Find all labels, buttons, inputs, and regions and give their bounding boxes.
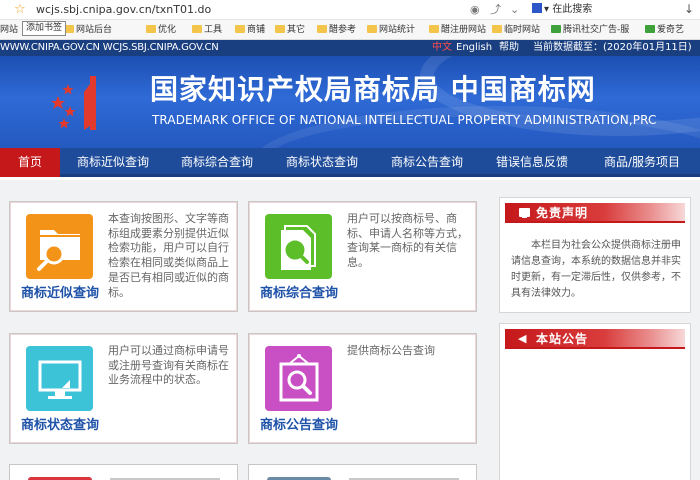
browser-search-box[interactable]: ▾ 在此搜索 xyxy=(530,2,678,17)
card-next-right[interactable] xyxy=(248,464,477,480)
card-next-left[interactable] xyxy=(9,464,238,480)
bookmark-item[interactable]: 网站统计 xyxy=(367,23,415,37)
site-top-strip: WWW.CNIPA.GOV.CN WCJS.SBJ.CNIPA.GOV.CN 中… xyxy=(0,40,700,56)
dropdown-chevron-icon[interactable]: ⌄ xyxy=(510,3,519,17)
site-title-english: TRADEMARK OFFICE OF NATIONAL INTELLECTUA… xyxy=(152,113,657,127)
card-description: 用户可以通过商标申请号或注册号查询有关商标在业务流程中的状态。 xyxy=(108,344,229,387)
disclaimer-text: 本栏目为社会公众提供商标注册申请信息查询，本系统的数据信息并非实时更新，有一定滞… xyxy=(511,240,681,299)
document-search-icon[interactable] xyxy=(265,214,332,279)
tencent-icon xyxy=(551,25,561,33)
bookmark-item[interactable]: 商铺 xyxy=(235,23,265,37)
bookmark-tooltip: 添加书签 xyxy=(22,21,67,36)
search-chevron-icon: ▾ xyxy=(544,4,550,15)
nav-similar-search[interactable]: 商标近似查询 xyxy=(68,148,158,177)
folder-search-icon[interactable] xyxy=(26,214,93,279)
folder-icon xyxy=(429,25,439,33)
card-title[interactable]: 商标综合查询 xyxy=(260,286,338,302)
folder-icon xyxy=(146,25,156,33)
disclaimer-title: 免责声明 xyxy=(536,206,589,220)
lang-english-link[interactable]: English xyxy=(456,40,492,56)
share-icon[interactable]: ⤴ xyxy=(490,3,501,17)
search-input[interactable]: 在此搜索 xyxy=(552,4,592,15)
card-description: 用户可以按商标号、商标、申请人名称等方式，查询某一商标的有关信息。 xyxy=(347,212,468,270)
lang-chinese-link[interactable]: 中文 xyxy=(432,40,452,56)
bookmark-item[interactable]: 醋注册网站 xyxy=(429,23,486,37)
folder-icon xyxy=(275,25,285,33)
card-title[interactable]: 商标公告查询 xyxy=(260,418,338,434)
card-title[interactable]: 商标近似查询 xyxy=(21,286,99,302)
card-description: 本查询按图形、文字等商标组成要素分别提供近似检索功能，用户可以自行检索在相同或类… xyxy=(108,212,229,299)
site-domains: WWW.CNIPA.GOV.CN WCJS.SBJ.CNIPA.GOV.CN xyxy=(0,42,219,53)
download-icon[interactable]: ↓ xyxy=(684,2,694,16)
compat-mode-icon[interactable]: ◉ xyxy=(470,3,480,17)
search-engine-icon xyxy=(532,3,542,13)
cnipa-logo-icon xyxy=(51,72,130,133)
nav-goods-services[interactable]: 商品/服务项目 xyxy=(592,148,692,177)
bookmark-star-icon[interactable]: ☆ xyxy=(14,1,26,19)
bookmark-item[interactable]: 优化 xyxy=(146,23,176,37)
notice-panel: ◀ 本站公告 xyxy=(499,323,691,480)
bookmark-bar: 网站 网站后台 优化 工具 商铺 其它 醋参考 网站统计 醋注册网站 临时网站 … xyxy=(0,20,700,40)
nav-announcement-search[interactable]: 商标公告查询 xyxy=(382,148,472,177)
folder-icon xyxy=(192,25,202,33)
card-description: 提供商标公告查询 xyxy=(347,344,435,357)
speaker-icon: ◀ xyxy=(518,332,527,345)
bookmark-item[interactable]: 腾讯社交广告-服 xyxy=(551,23,629,37)
url-field[interactable]: wcjs.sbj.cnipa.gov.cn/txnT01.do xyxy=(36,3,211,17)
disclaimer-panel: 免责声明 本栏目为社会公众提供商标注册申请信息查询，本系统的数据信息并非实时更新… xyxy=(499,197,691,313)
nav-status-search[interactable]: 商标状态查询 xyxy=(277,148,367,177)
nav-comprehensive-search[interactable]: 商标综合查询 xyxy=(172,148,262,177)
help-link[interactable]: 帮助 xyxy=(499,40,519,56)
disclaimer-header: 免责声明 xyxy=(505,203,685,223)
bookmark-item[interactable]: 其它 xyxy=(275,23,305,37)
site-banner: 国家知识产权局商标局 中国商标网 TRADEMARK OFFICE OF NAT… xyxy=(0,56,700,148)
card-title[interactable]: 商标状态查询 xyxy=(21,418,99,434)
data-date: 当前数据截至：(2020年01月11日) xyxy=(533,42,692,53)
folder-icon xyxy=(367,25,377,33)
main-nav: 首页 商标近似查询 商标综合查询 商标状态查询 商标公告查询 错误信息反馈 商品… xyxy=(0,148,700,177)
card-similar-search[interactable]: 商标近似查询 本查询按图形、文字等商标组成要素分别提供近似检索功能，用户可以自行… xyxy=(9,201,238,312)
bulletin-search-icon[interactable] xyxy=(265,346,332,411)
card-status-search[interactable]: 商标状态查询 用户可以通过商标申请号或注册号查询有关商标在业务流程中的状态。 xyxy=(9,333,238,444)
bookmark-item[interactable]: 醋参考 xyxy=(317,23,356,37)
card-comprehensive-search[interactable]: 商标综合查询 用户可以按商标号、商标、申请人名称等方式，查询某一商标的有关信息。 xyxy=(248,201,477,312)
folder-icon xyxy=(235,25,245,33)
iqiyi-icon xyxy=(645,25,655,33)
bookmark-item[interactable]: 网站后台 xyxy=(64,23,112,37)
browser-address-bar: ☆ wcjs.sbj.cnipa.gov.cn/txnT01.do ◉ ⤴ ⌄ … xyxy=(0,0,700,20)
card-announcement-search[interactable]: 商标公告查询 提供商标公告查询 xyxy=(248,333,477,444)
folder-icon xyxy=(492,25,502,33)
bookmark-item[interactable]: 工具 xyxy=(192,23,222,37)
bookmark-item[interactable]: 爱奇艺 xyxy=(645,23,684,37)
monitor-icon[interactable] xyxy=(26,346,93,411)
notice-header: ◀ 本站公告 xyxy=(505,329,685,349)
nav-error-feedback[interactable]: 错误信息反馈 xyxy=(487,148,577,177)
page-root: ☆ wcjs.sbj.cnipa.gov.cn/txnT01.do ◉ ⤴ ⌄ … xyxy=(0,0,700,480)
notice-title: 本站公告 xyxy=(536,332,589,346)
site-title-chinese: 国家知识产权局商标局 中国商标网 xyxy=(150,73,596,106)
folder-icon xyxy=(317,25,327,33)
nav-home[interactable]: 首页 xyxy=(0,148,60,177)
bookmark-item[interactable]: 临时网站 xyxy=(492,23,540,37)
bookmark-item[interactable]: 网站 xyxy=(0,23,18,37)
monitor-icon xyxy=(519,208,530,218)
